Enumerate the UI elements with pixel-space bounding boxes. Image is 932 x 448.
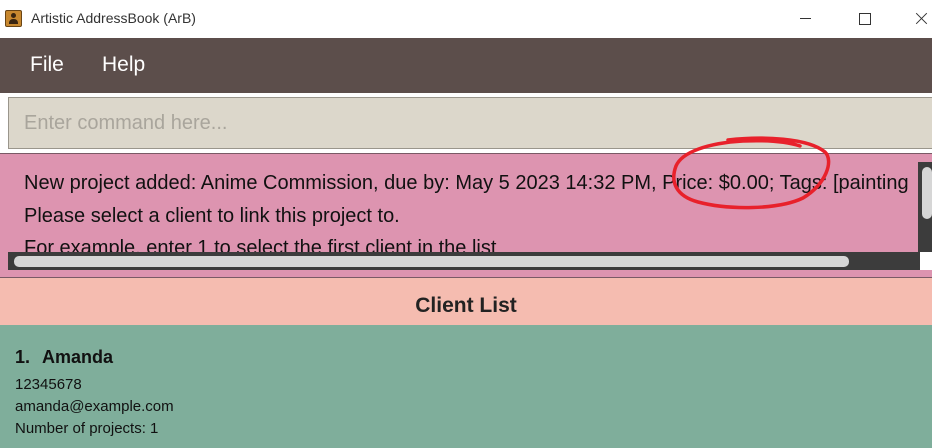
result-line-1: New project added: Anime Commission, due… — [24, 172, 909, 194]
horizontal-scroll-thumb[interactable] — [14, 256, 849, 267]
vertical-scroll-thumb[interactable] — [922, 167, 932, 219]
minimize-button[interactable] — [793, 6, 819, 32]
client-project-count: Number of projects: 1 — [15, 420, 159, 437]
scroll-corner — [920, 252, 932, 270]
command-input[interactable] — [8, 97, 932, 149]
window-title: Artistic AddressBook (ArB) — [31, 10, 196, 26]
menu-bar: File Help — [0, 38, 932, 93]
client-index: 1. — [15, 347, 31, 367]
horizontal-scrollbar[interactable] — [8, 252, 920, 270]
client-name-row: 1. Amanda — [15, 347, 113, 368]
client-email: amanda@example.com — [15, 398, 174, 415]
app-window: Artistic AddressBook (ArB) File Help New… — [0, 0, 932, 448]
close-button[interactable] — [909, 6, 932, 32]
client-name: Amanda — [42, 347, 114, 367]
client-list-title: Client List — [415, 294, 517, 317]
client-list-header: Client List — [0, 278, 932, 325]
client-phone: 12345678 — [15, 376, 82, 393]
address-book-icon — [5, 10, 22, 27]
client-card[interactable]: 1. Amanda 12345678 amanda@example.com Num… — [0, 325, 932, 448]
vertical-scrollbar[interactable] — [918, 162, 932, 252]
result-text-area[interactable]: New project added: Anime Commission, due… — [0, 154, 918, 252]
command-box — [0, 93, 932, 153]
client-list: 1. Amanda 12345678 amanda@example.com Num… — [0, 325, 932, 448]
maximize-button[interactable] — [851, 6, 877, 32]
result-line-2: Please select a client to link this proj… — [24, 205, 400, 227]
menu-file[interactable]: File — [30, 53, 64, 77]
result-line-3: For example, enter 1 to select the first… — [24, 237, 497, 252]
title-bar: Artistic AddressBook (ArB) — [0, 0, 932, 38]
menu-help[interactable]: Help — [102, 53, 145, 77]
result-display: New project added: Anime Commission, due… — [0, 153, 932, 278]
